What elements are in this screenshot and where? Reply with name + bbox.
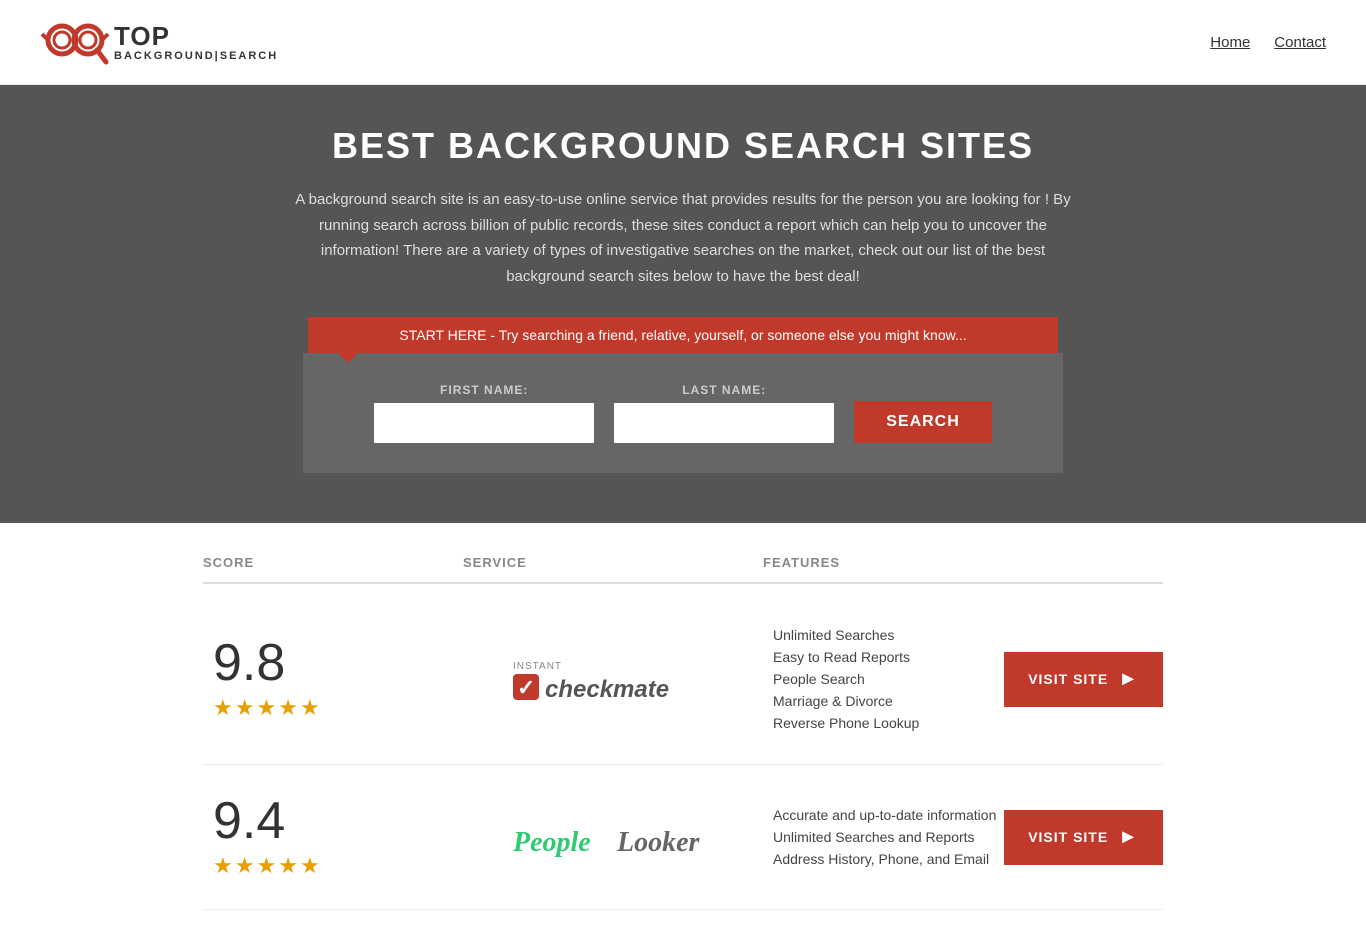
header: TOP BACKGROUND|SEARCH Home Contact <box>0 0 1366 85</box>
list-item: People Search <box>773 668 919 690</box>
search-callout: START HERE - Try searching a friend, rel… <box>308 317 1058 353</box>
col-header-service: SERVICE <box>463 555 763 570</box>
list-item: Address History, Phone, and Email <box>773 848 996 870</box>
first-name-input[interactable] <box>374 403 594 443</box>
star-rating: ★ ★ ★ ★ ★ <box>213 853 320 879</box>
visit-site-label: VISIT SITE <box>1028 671 1108 687</box>
list-item: Accurate and up-to-date information <box>773 804 996 826</box>
checkmate-logo: INSTANT ✓ checkmate <box>513 649 713 709</box>
features-list: Unlimited Searches Easy to Read Reports … <box>773 624 919 734</box>
logo-sub-text: BACKGROUND|SEARCH <box>114 50 278 62</box>
star-5: ★ <box>300 853 320 879</box>
list-item: Unlimited Searches <box>773 624 919 646</box>
first-name-group: FIRST NAME: <box>374 383 594 443</box>
svg-text:✓: ✓ <box>517 675 535 700</box>
star-2: ★ <box>235 695 255 721</box>
logo-text: TOP BACKGROUND|SEARCH <box>114 22 278 63</box>
last-name-input[interactable] <box>614 403 834 443</box>
star-2: ★ <box>235 853 255 879</box>
visit-site-button[interactable]: VISIT SITE ► <box>1004 810 1163 865</box>
visit-site-button[interactable]: VISIT SITE ► <box>1004 652 1163 707</box>
table-row: 9.8 ★ ★ ★ ★ ★ INSTANT ✓ checkmate <box>203 594 1163 765</box>
hero-description: A background search site is an easy-to-u… <box>283 187 1083 289</box>
svg-text:checkmate: checkmate <box>545 676 669 703</box>
logo-area: TOP BACKGROUND|SEARCH <box>40 12 278 72</box>
hero-section: BEST BACKGROUND SEARCH SITES A backgroun… <box>0 85 1366 523</box>
star-3: ★ <box>256 695 276 721</box>
svg-text:Looker: Looker <box>616 827 701 858</box>
nav-home[interactable]: Home <box>1210 34 1250 51</box>
arrow-icon: ► <box>1118 826 1139 849</box>
nav-contact[interactable]: Contact <box>1274 34 1326 51</box>
last-name-label: LAST NAME: <box>614 383 834 397</box>
features-list: Accurate and up-to-date information Unli… <box>773 804 996 870</box>
star-5: ★ <box>300 695 320 721</box>
score-column: 9.4 ★ ★ ★ ★ ★ <box>203 795 463 879</box>
list-item: Reverse Phone Lookup <box>773 712 919 734</box>
score-value: 9.8 <box>213 637 285 689</box>
col-header-score: SCORE <box>203 555 463 570</box>
arrow-icon: ► <box>1118 668 1139 691</box>
logo-top-text: TOP <box>114 22 278 51</box>
features-column: Accurate and up-to-date information Unli… <box>763 804 996 870</box>
star-rating: ★ ★ ★ ★ ★ <box>213 695 320 721</box>
star-1: ★ <box>213 695 233 721</box>
logo-icon <box>40 12 110 72</box>
first-name-label: FIRST NAME: <box>374 383 594 397</box>
svg-text:INSTANT: INSTANT <box>513 661 562 672</box>
star-1: ★ <box>213 853 233 879</box>
last-name-group: LAST NAME: <box>614 383 834 443</box>
search-button[interactable]: SEARCH <box>854 401 992 443</box>
table-header: SCORE SERVICE FEATURES <box>203 543 1163 584</box>
col-header-features: FEATURES <box>763 555 1163 570</box>
table-row: 9.4 ★ ★ ★ ★ ★ People Looker Accurate and… <box>203 765 1163 910</box>
service-column: INSTANT ✓ checkmate <box>463 649 763 709</box>
features-and-btn: Accurate and up-to-date information Unli… <box>763 804 1163 870</box>
page-title: BEST BACKGROUND SEARCH SITES <box>20 125 1346 167</box>
visit-site-label: VISIT SITE <box>1028 829 1108 845</box>
features-column: Unlimited Searches Easy to Read Reports … <box>763 624 919 734</box>
list-item: Marriage & Divorce <box>773 690 919 712</box>
star-3: ★ <box>256 853 276 879</box>
service-column: People Looker <box>463 807 763 867</box>
main-nav: Home Contact <box>1210 34 1326 51</box>
peoplelooker-logo: People Looker <box>513 807 713 867</box>
list-item: Unlimited Searches and Reports <box>773 826 996 848</box>
score-column: 9.8 ★ ★ ★ ★ ★ <box>203 637 463 721</box>
svg-text:People: People <box>513 827 591 858</box>
search-form: FIRST NAME: LAST NAME: SEARCH <box>303 353 1063 473</box>
results-section: SCORE SERVICE FEATURES 9.8 ★ ★ ★ ★ ★ INS… <box>183 523 1183 950</box>
star-4: ★ <box>278 695 298 721</box>
score-value: 9.4 <box>213 795 285 847</box>
list-item: Easy to Read Reports <box>773 646 919 668</box>
features-and-btn: Unlimited Searches Easy to Read Reports … <box>763 624 1163 734</box>
star-4: ★ <box>278 853 298 879</box>
